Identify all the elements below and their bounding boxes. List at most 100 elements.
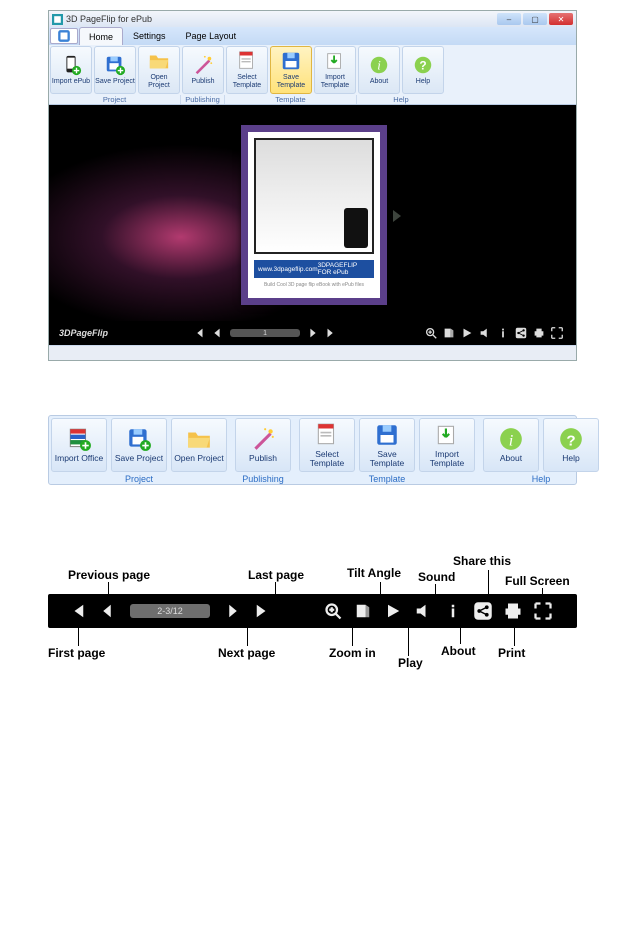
bt-last-page-button[interactable] bbox=[253, 601, 273, 621]
group-label-template-large: Template bbox=[297, 474, 477, 486]
book-preview[interactable]: www.3dpageflip.com 3DPAGEFLIP FOR ePub B… bbox=[241, 125, 387, 305]
wand-icon bbox=[249, 426, 277, 452]
about-toolbar-button[interactable] bbox=[496, 326, 510, 340]
bt-print-button[interactable] bbox=[503, 601, 523, 621]
cover-band: www.3dpageflip.com 3DPAGEFLIP FOR ePub bbox=[254, 260, 374, 278]
tab-settings[interactable]: Settings bbox=[123, 27, 176, 45]
office-plus-icon bbox=[65, 426, 93, 452]
folder-open-icon bbox=[185, 426, 213, 452]
floppy-icon bbox=[280, 50, 302, 72]
info-icon: i bbox=[497, 426, 525, 452]
label-full-screen: Full Screen bbox=[505, 574, 570, 588]
floppy-icon bbox=[373, 422, 401, 448]
label-last-page: Last page bbox=[248, 568, 304, 582]
bt-previous-page-button[interactable] bbox=[97, 601, 117, 621]
bt-play-button[interactable] bbox=[383, 601, 403, 621]
save-project-button[interactable]: Save Project bbox=[94, 46, 136, 94]
help-button[interactable]: ? Help bbox=[402, 46, 444, 94]
svg-text:?: ? bbox=[566, 433, 575, 450]
phone-plus-icon bbox=[60, 54, 82, 76]
help-icon: ? bbox=[557, 426, 585, 452]
svg-text:i: i bbox=[509, 432, 514, 450]
cover-image bbox=[254, 138, 374, 254]
label-print: Print bbox=[498, 646, 525, 660]
label-about: About bbox=[441, 644, 476, 658]
previous-page-button[interactable] bbox=[210, 326, 224, 340]
preview-stage: www.3dpageflip.com 3DPAGEFLIP FOR ePub B… bbox=[49, 105, 576, 345]
titlebar: 3D PageFlip for ePub – ▢ ✕ bbox=[49, 11, 576, 27]
label-next-page: Next page bbox=[218, 646, 275, 660]
window-minimize-button[interactable]: – bbox=[497, 13, 521, 25]
last-page-button[interactable] bbox=[324, 326, 338, 340]
window-close-button[interactable]: ✕ bbox=[549, 13, 573, 25]
floppy-plus-icon bbox=[104, 54, 126, 76]
bt-share-button[interactable] bbox=[473, 601, 493, 621]
ribbon: Import ePub Save Project Open Project Pr… bbox=[49, 45, 576, 105]
toolbar-annotated: 2-3/12 Previous page Last page Tilt Angl… bbox=[48, 594, 577, 628]
group-label-project-large: Project bbox=[49, 474, 229, 486]
publish-button-large[interactable]: Publish bbox=[235, 418, 291, 472]
bt-next-page-button[interactable] bbox=[223, 601, 243, 621]
app-logo-button[interactable] bbox=[50, 28, 78, 44]
status-bar bbox=[49, 345, 576, 355]
info-icon: i bbox=[368, 54, 390, 76]
stage-toolbar: 3DPageFlip 1 bbox=[49, 321, 576, 345]
about-button[interactable]: i About bbox=[358, 46, 400, 94]
tilt-angle-button[interactable] bbox=[442, 326, 456, 340]
cover-caption: Build Cool 3D page flip eBook with ePub … bbox=[254, 278, 374, 292]
import-icon bbox=[324, 50, 346, 72]
label-play: Play bbox=[398, 656, 423, 670]
about-button-large[interactable]: i About bbox=[483, 418, 539, 472]
select-template-button-large[interactable]: Select Template bbox=[299, 418, 355, 472]
save-project-button-large[interactable]: Save Project bbox=[111, 418, 167, 472]
import-template-button[interactable]: Import Template bbox=[314, 46, 356, 94]
import-office-button[interactable]: Import Office bbox=[51, 418, 107, 472]
tab-home[interactable]: Home bbox=[79, 27, 123, 45]
floppy-plus-icon bbox=[125, 426, 153, 452]
bt-first-page-button[interactable] bbox=[67, 601, 87, 621]
bt-about-button[interactable] bbox=[443, 601, 463, 621]
label-share: Share this bbox=[453, 554, 511, 568]
print-button[interactable] bbox=[532, 326, 546, 340]
brand-label: 3DPageFlip bbox=[59, 328, 108, 338]
bt-fullscreen-button[interactable] bbox=[533, 601, 553, 621]
import-icon bbox=[433, 422, 461, 448]
next-page-button[interactable] bbox=[306, 326, 320, 340]
group-label-help-large: Help bbox=[481, 474, 601, 486]
bt-sound-button[interactable] bbox=[413, 601, 433, 621]
label-tilt-angle: Tilt Angle bbox=[347, 566, 401, 580]
bt-page-indicator[interactable]: 2-3/12 bbox=[130, 604, 210, 618]
save-template-button[interactable]: Save Template bbox=[270, 46, 312, 94]
label-sound: Sound bbox=[418, 570, 455, 584]
window-maximize-button[interactable]: ▢ bbox=[523, 13, 547, 25]
import-template-button-large[interactable]: Import Template bbox=[419, 418, 475, 472]
play-button[interactable] bbox=[460, 326, 474, 340]
group-label-publishing: Publishing bbox=[181, 95, 225, 104]
publish-button[interactable]: Publish bbox=[182, 46, 224, 94]
next-page-arrow-icon[interactable] bbox=[393, 210, 401, 222]
bt-tilt-angle-button[interactable] bbox=[353, 601, 373, 621]
fullscreen-button[interactable] bbox=[550, 326, 564, 340]
svg-text:?: ? bbox=[419, 59, 426, 73]
first-page-button[interactable] bbox=[192, 326, 206, 340]
open-project-button-large[interactable]: Open Project bbox=[171, 418, 227, 472]
template-icon bbox=[313, 422, 341, 448]
share-button[interactable] bbox=[514, 326, 528, 340]
zoom-in-button[interactable] bbox=[424, 326, 438, 340]
label-zoom-in: Zoom in bbox=[329, 646, 376, 660]
bt-zoom-in-button[interactable] bbox=[323, 601, 343, 621]
tab-page-layout[interactable]: Page Layout bbox=[176, 27, 247, 45]
black-toolbar: 2-3/12 bbox=[48, 594, 577, 628]
menubar: Home Settings Page Layout bbox=[49, 27, 576, 45]
window-title: 3D PageFlip for ePub bbox=[66, 14, 152, 24]
open-project-button[interactable]: Open Project bbox=[138, 46, 180, 94]
group-label-project: Project bbox=[49, 95, 181, 104]
folder-open-icon bbox=[148, 50, 170, 72]
page-indicator[interactable]: 1 bbox=[230, 329, 300, 337]
help-button-large[interactable]: ? Help bbox=[543, 418, 599, 472]
import-epub-button[interactable]: Import ePub bbox=[50, 46, 92, 94]
select-template-button[interactable]: Select Template bbox=[226, 46, 268, 94]
sound-button[interactable] bbox=[478, 326, 492, 340]
app-icon bbox=[52, 14, 63, 25]
save-template-button-large[interactable]: Save Template bbox=[359, 418, 415, 472]
